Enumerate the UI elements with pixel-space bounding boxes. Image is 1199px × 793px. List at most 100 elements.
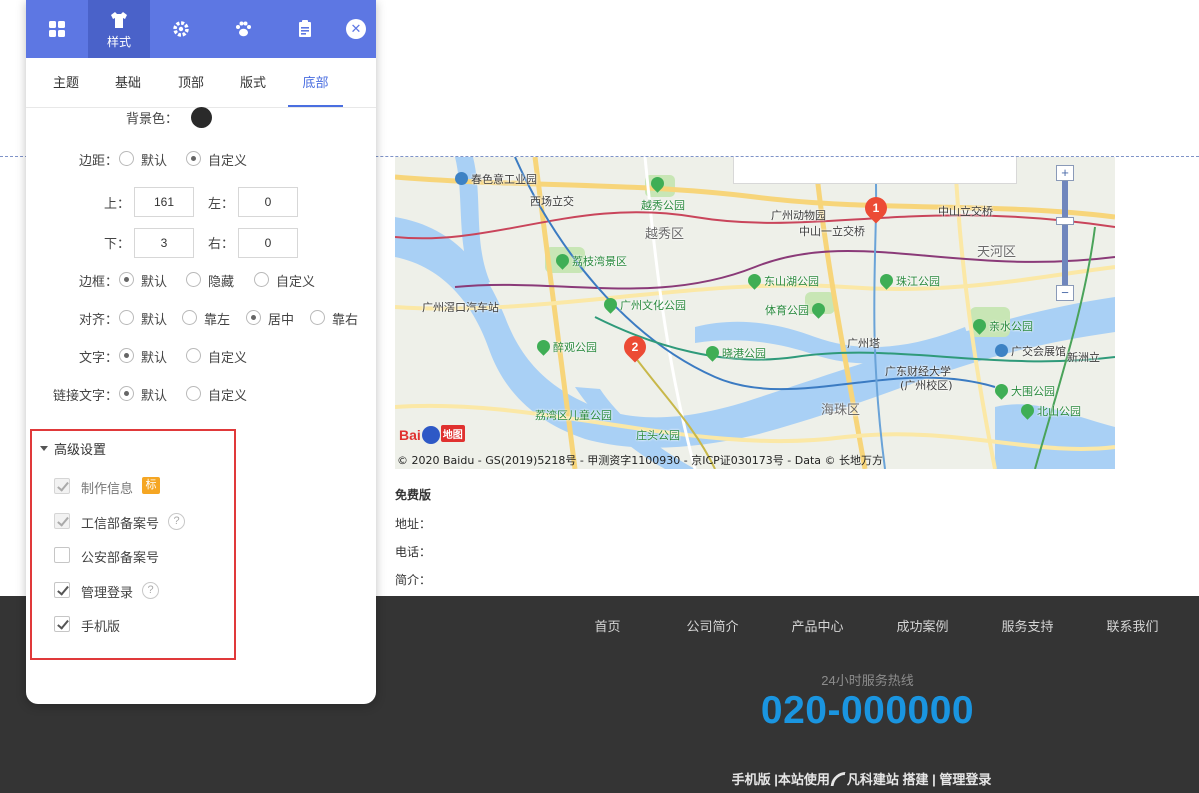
park-icon [553,251,572,270]
footer-brand-link[interactable]: 凡科建站 [847,772,899,787]
map-label: 晓港公园 [703,343,766,362]
bg-color-picker[interactable] [191,107,212,128]
margin-label: 边距： [78,153,118,168]
align-center-label: 居中 [268,312,295,327]
map-label-district: 越秀区 [645,227,685,242]
caret-down-icon[interactable] [40,446,48,451]
text-default-label: 默认 [141,350,168,365]
production-info-checkbox[interactable] [54,478,70,494]
margin-bottom-input[interactable]: 3 [134,228,194,258]
map-label: (广州校区) [900,379,953,392]
text-default-radio[interactable] [119,348,134,363]
tab-basic[interactable]: 基础 [102,58,154,107]
border-label: 边框： [78,274,118,289]
footer-nav-contact[interactable]: 联系我们 [1080,616,1185,635]
help-icon[interactable]: ? [168,513,185,530]
margin-custom-radio[interactable] [186,151,201,166]
advanced-settings-title[interactable]: 高级设置 [54,439,106,458]
paw-icon [236,21,251,37]
border-default-radio[interactable] [119,272,134,287]
link-text-label: 链接文字： [52,388,118,403]
margin-right-input[interactable]: 0 [238,228,298,258]
tool-modules[interactable] [26,0,88,58]
align-right-radio[interactable] [310,310,325,325]
panel-toolbar: 样式 ✕ [26,0,376,58]
tab-layout[interactable]: 版式 [227,58,279,107]
map-marker[interactable]: 2 [619,331,651,363]
align-center-radio[interactable] [246,310,261,325]
map-zoom-control[interactable]: + − [1056,165,1074,303]
margin-top-input[interactable]: 161 [134,187,194,217]
baidu-logo: Bai 地图 [399,425,465,444]
margin-left-input[interactable]: 0 [238,187,298,217]
zoom-in-button[interactable]: + [1056,165,1074,181]
tool-settings[interactable] [150,0,212,58]
map-label: 越秀公园 [641,199,685,212]
map-label: 大围公园 [992,381,1055,400]
poi-icon [455,172,468,185]
map-label: 中山立交桥 [938,205,993,218]
margin-left-label: 左： [207,196,234,211]
footer-nav-home[interactable]: 首页 [555,616,660,635]
mobile-version-label: 手机版 [81,619,121,634]
zoom-out-button[interactable]: − [1056,285,1074,301]
map-label: 醉观公园 [534,337,597,356]
align-default-radio[interactable] [119,310,134,325]
standard-badge: 标 [142,477,160,494]
tab-footer[interactable]: 底部 [288,58,343,107]
footer-nav-products[interactable]: 产品中心 [765,616,870,635]
map-label: 新洲立 [1067,351,1100,364]
footer-mobile-link[interactable]: 手机版 |本站使用 [732,772,830,787]
link-text-default-radio[interactable] [119,386,134,401]
tab-theme[interactable]: 主题 [40,58,92,107]
map-label: 庄头公园 [636,429,680,442]
footer-nav-about[interactable]: 公司简介 [660,616,765,635]
border-hidden-radio[interactable] [186,272,201,287]
mobile-version-checkbox[interactable] [54,616,70,632]
bg-color-label: 背景色： [125,111,178,126]
admin-login-label: 管理登录 [81,585,134,600]
link-text-default-label: 默认 [141,388,168,403]
tool-style[interactable]: 样式 [88,0,150,58]
align-label: 对齐： [78,312,118,327]
baidu-map[interactable]: 春色意工业园 西场立交 越秀公园 广州动物园 中山一立交桥 中山立交桥 越秀区 … [395,157,1115,469]
tool-manage[interactable] [274,0,336,58]
margin-custom-label: 自定义 [208,153,248,168]
police-record-checkbox[interactable] [54,547,70,563]
footer-admin-link[interactable]: 搭建 | 管理登录 [903,772,992,787]
margin-right-label: 右： [207,236,234,251]
shirt-icon [111,12,127,28]
align-default-label: 默认 [141,312,168,327]
close-icon: ✕ [350,21,362,36]
map-search-box[interactable] [733,157,1017,184]
admin-login-checkbox[interactable] [54,582,70,598]
tab-header[interactable]: 顶部 [165,58,217,107]
footer-nav: 首页 公司简介 产品中心 成功案例 服务支持 联系我们 [555,616,1199,636]
close-panel-button[interactable]: ✕ [346,19,366,39]
map-label: 春色意工业园 [455,171,537,187]
footer-nav-support[interactable]: 服务支持 [975,616,1080,635]
text-custom-radio[interactable] [186,348,201,363]
miit-record-label: 工信部备案号 [81,516,160,531]
tool-plugins[interactable] [212,0,274,58]
police-record-label: 公安部备案号 [81,550,160,565]
margin-default-radio[interactable] [119,151,134,166]
park-icon [1018,401,1037,420]
border-custom-radio[interactable] [254,272,269,287]
border-hidden-label: 隐藏 [208,274,235,289]
help-icon[interactable]: ? [142,582,159,599]
map-marker[interactable]: 1 [860,192,892,224]
map-label: 广州文化公园 [601,295,686,314]
margin-bottom-label: 下： [103,236,130,251]
link-text-custom-radio[interactable] [186,386,201,401]
map-label: 广交会展馆 [995,343,1066,359]
miit-record-checkbox[interactable] [54,513,70,529]
align-left-radio[interactable] [182,310,197,325]
zoom-slider-handle[interactable] [1056,217,1074,225]
margin-top-label: 上： [103,196,130,211]
style-settings-panel: 样式 ✕ 主题 基础 顶部 版式 底部 背景色： 边距： 默认 自定义 上： 1… [26,0,376,704]
map-tiles [395,157,1115,469]
footer-nav-cases[interactable]: 成功案例 [870,616,975,635]
map-label-district: 海珠区 [821,403,861,418]
zoom-slider-track[interactable] [1062,181,1068,287]
